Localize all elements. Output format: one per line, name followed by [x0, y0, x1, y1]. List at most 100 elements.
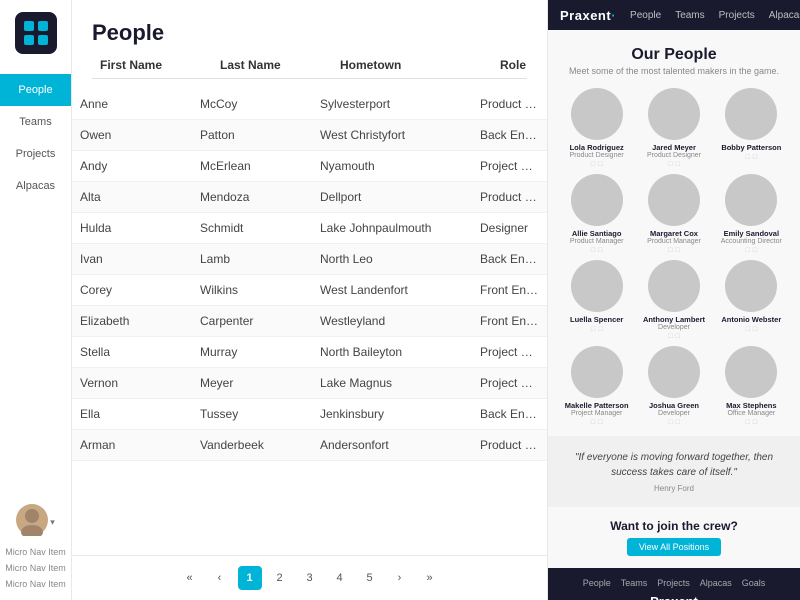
link-icon[interactable]: □ [591, 326, 595, 333]
social-icon[interactable]: □ [598, 326, 602, 333]
table-row[interactable]: Vernon Meyer Lake Magnus Project Mar... [72, 368, 547, 399]
sidebar-item-projects[interactable]: Projects [0, 138, 71, 170]
person-card[interactable]: Jared Meyer Product Designer □ □ [639, 88, 708, 168]
person-card[interactable]: Emily Sandoval Accounting Director □ □ [717, 174, 786, 254]
person-icons: □ □ [668, 333, 679, 340]
pagination-page-1[interactable]: 1 [238, 566, 262, 590]
table-row[interactable]: Elizabeth Carpenter Westleyland Front En… [72, 306, 547, 337]
person-icons: □ □ [746, 326, 757, 333]
footer-link-goals[interactable]: Goals [742, 578, 766, 588]
table-row[interactable]: Andy McErlean Nyamouth Project Mar... [72, 151, 547, 182]
table-row[interactable]: Ivan Lamb North Leo Back End D... [72, 244, 547, 275]
link-icon[interactable]: □ [668, 419, 672, 426]
person-avatar [648, 346, 700, 398]
nav-link-people[interactable]: People [630, 10, 661, 21]
person-card[interactable]: Lola Rodriguez Product Designer □ □ [562, 88, 631, 168]
pagination-first[interactable]: « [178, 566, 202, 590]
social-icon[interactable]: □ [598, 161, 602, 168]
table-row[interactable]: Owen Patton West Christyfort Back End D.… [72, 120, 547, 151]
pagination-last[interactable]: » [418, 566, 442, 590]
person-icons: □ □ [591, 247, 602, 254]
avatar[interactable] [16, 504, 48, 536]
footer-link-projects[interactable]: Projects [657, 578, 690, 588]
person-name: Anthony Lambert [643, 315, 705, 324]
link-icon[interactable]: □ [668, 333, 672, 340]
social-icon[interactable]: □ [753, 154, 757, 161]
sidebar-item-alpacas[interactable]: Alpacas [0, 170, 71, 202]
social-icon[interactable]: □ [675, 333, 679, 340]
cell-hometown: North Leo [320, 252, 480, 266]
table-row[interactable]: Anne McCoy Sylvesterport Product Ma... [72, 89, 547, 120]
link-icon[interactable]: □ [668, 161, 672, 168]
footer-link-people[interactable]: People [583, 578, 611, 588]
person-avatar [571, 260, 623, 312]
person-role: Project Manager [571, 410, 622, 417]
social-icon[interactable]: □ [675, 161, 679, 168]
micro-nav-1[interactable]: Micro Nav Item [5, 544, 66, 560]
cell-first-name: Andy [80, 159, 200, 173]
social-icon[interactable]: □ [753, 247, 757, 254]
nav-link-teams[interactable]: Teams [675, 10, 704, 21]
link-icon[interactable]: □ [591, 247, 595, 254]
micro-nav-2[interactable]: Micro Nav Item [5, 560, 66, 576]
link-icon[interactable]: □ [746, 326, 750, 333]
table-row[interactable]: Corey Wilkins West Landenfort Front End … [72, 275, 547, 306]
cell-hometown: Dellport [320, 190, 480, 204]
nav-link-alpacas[interactable]: Alpacas [769, 10, 800, 21]
table-row[interactable]: Hulda Schmidt Lake Johnpaulmouth Designe… [72, 213, 547, 244]
cell-role: Back End D... [480, 407, 539, 421]
social-icon[interactable]: □ [598, 247, 602, 254]
person-card[interactable]: Margaret Cox Product Manager □ □ [639, 174, 708, 254]
person-name: Allie Santiago [572, 229, 622, 238]
person-card[interactable]: Bobby Patterson □ □ [717, 88, 786, 168]
person-card[interactable]: Joshua Green Developer □ □ [639, 346, 708, 426]
sidebar-item-people[interactable]: People [0, 74, 71, 106]
sidebar: People Teams Projects Alpacas ▾ Micro Na… [0, 0, 72, 600]
social-icon[interactable]: □ [675, 419, 679, 426]
pagination-page-2[interactable]: 2 [268, 566, 292, 590]
social-icon[interactable]: □ [675, 247, 679, 254]
pagination-page-3[interactable]: 3 [298, 566, 322, 590]
link-icon[interactable]: □ [746, 419, 750, 426]
person-card[interactable]: Antonio Webster □ □ [717, 260, 786, 340]
cell-hometown: Nyamouth [320, 159, 480, 173]
avatar-chevron[interactable]: ▾ [50, 517, 55, 528]
person-card[interactable]: Max Stephens Office Manager □ □ [717, 346, 786, 426]
cell-hometown: North Baileyton [320, 345, 480, 359]
cell-first-name: Arman [80, 438, 200, 452]
link-icon[interactable]: □ [591, 161, 595, 168]
person-role: Accounting Director [721, 238, 782, 245]
pagination-page-4[interactable]: 4 [328, 566, 352, 590]
link-icon[interactable]: □ [668, 247, 672, 254]
micro-nav-3[interactable]: Micro Nav Item [5, 576, 66, 592]
table-row[interactable]: Alta Mendoza Dellport Product Ma... [72, 182, 547, 213]
link-icon[interactable]: □ [746, 247, 750, 254]
footer-nav: People Teams Projects Alpacas Goals [562, 578, 786, 588]
person-card[interactable]: Allie Santiago Product Manager □ □ [562, 174, 631, 254]
sidebar-item-teams[interactable]: Teams [0, 106, 71, 138]
person-card[interactable]: Makelle Patterson Project Manager □ □ [562, 346, 631, 426]
person-card[interactable]: Anthony Lambert Developer □ □ [639, 260, 708, 340]
pagination-page-5[interactable]: 5 [358, 566, 382, 590]
table-row[interactable]: Ella Tussey Jenkinsbury Back End D... [72, 399, 547, 430]
table-row[interactable]: Stella Murray North Baileyton Project Ma… [72, 337, 547, 368]
link-icon[interactable]: □ [746, 154, 750, 161]
pagination-next[interactable]: › [388, 566, 412, 590]
table-row[interactable]: Arman Vanderbeek Andersonfort Product Ma… [72, 430, 547, 461]
social-icon[interactable]: □ [753, 326, 757, 333]
footer-link-alpacas[interactable]: Alpacas [700, 578, 732, 588]
person-icons: □ □ [591, 419, 602, 426]
footer-link-teams[interactable]: Teams [621, 578, 648, 588]
view-all-positions-button[interactable]: View All Positions [627, 538, 721, 556]
social-icon[interactable]: □ [598, 419, 602, 426]
top-nav: Praxent· People Teams Projects Alpacas G… [548, 0, 800, 30]
social-icon[interactable]: □ [753, 419, 757, 426]
link-icon[interactable]: □ [591, 419, 595, 426]
pagination-prev[interactable]: ‹ [208, 566, 232, 590]
people-row: Lola Rodriguez Product Designer □ □ Jare… [562, 88, 786, 168]
person-avatar [571, 88, 623, 140]
person-card[interactable]: Luella Spencer □ □ [562, 260, 631, 340]
nav-link-projects[interactable]: Projects [719, 10, 755, 21]
person-name: Makelle Patterson [565, 401, 629, 410]
cell-first-name: Elizabeth [80, 314, 200, 328]
